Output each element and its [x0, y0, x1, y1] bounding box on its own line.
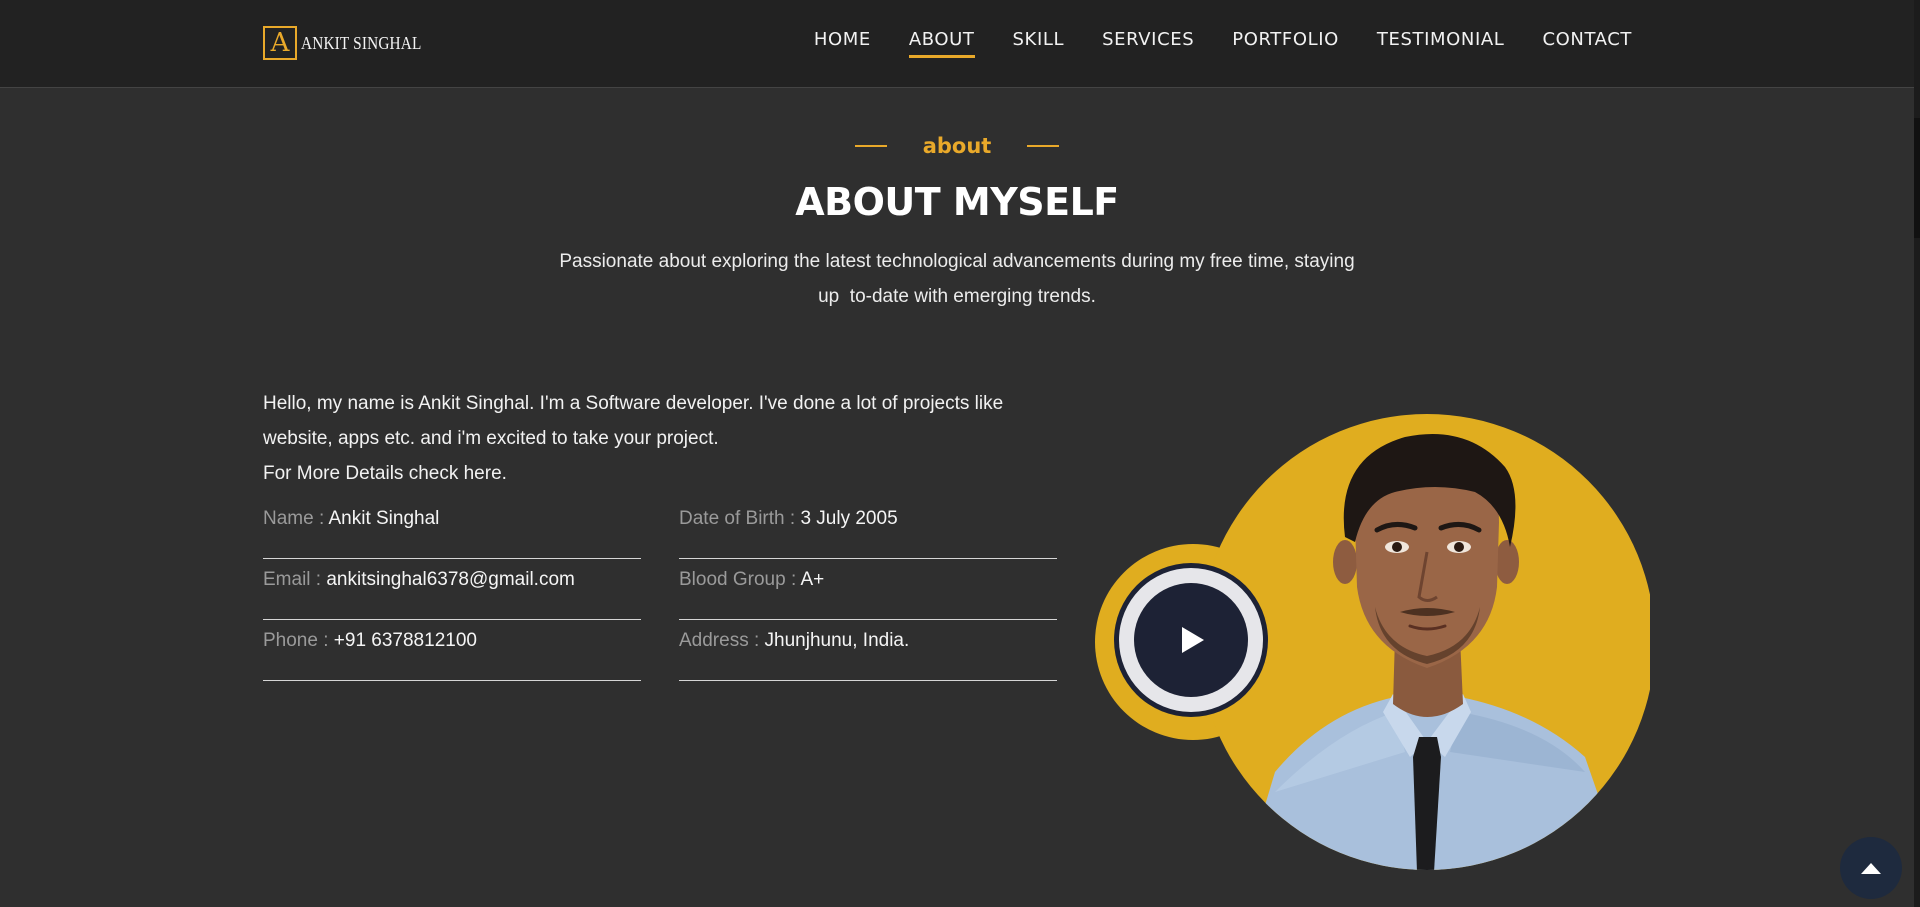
info-label: Date of Birth :	[679, 508, 801, 529]
chevron-up-icon	[1861, 863, 1881, 874]
info-blood-group: Blood Group : A+	[679, 559, 1057, 620]
navbar: A ANKIT SINGHAL HOME ABOUT SKILL SERVICE…	[0, 0, 1914, 88]
profile-photo	[1199, 412, 1655, 872]
intro-line: website, apps etc. and i'm excited to ta…	[263, 428, 719, 449]
info-label: Email :	[263, 569, 327, 590]
scrollbar-thumb[interactable]	[1914, 118, 1920, 238]
info-dob: Date of Birth : 3 July 2005	[679, 498, 1057, 559]
nav-home[interactable]: HOME	[814, 29, 871, 58]
nav-contact[interactable]: CONTACT	[1542, 29, 1632, 58]
nav-testimonial[interactable]: TESTIMONIAL	[1377, 29, 1505, 58]
info-value: Ankit Singhal	[328, 508, 440, 529]
section-title: ABOUT MYSELF	[795, 180, 1119, 224]
about-intro: Hello, my name is Ankit Singhal. I'm a S…	[263, 386, 1063, 491]
info-name: Name : Ankit Singhal	[263, 498, 641, 559]
play-video-button[interactable]	[1114, 563, 1268, 717]
info-value: 3 July 2005	[800, 508, 898, 529]
eyebrow-text: about	[922, 134, 992, 158]
nav-about[interactable]: ABOUT	[908, 29, 975, 58]
nav-skill[interactable]: SKILL	[1013, 29, 1065, 58]
play-button-ring	[1119, 568, 1263, 712]
info-phone: Phone : +91 6378812100	[263, 620, 641, 681]
nav-menu: HOME ABOUT SKILL SERVICES PORTFOLIO TEST…	[814, 29, 1632, 58]
eyebrow-line-left	[854, 145, 887, 147]
eyebrow-line-right	[1027, 145, 1060, 147]
subtitle-line: up to-date with emerging trends.	[818, 286, 1096, 307]
info-label: Blood Group :	[679, 569, 801, 590]
subtitle-line: Passionate about exploring the latest te…	[559, 251, 1355, 272]
section-eyebrow: about	[0, 134, 1914, 158]
intro-line: For More Details check here.	[263, 463, 507, 484]
nav-portfolio[interactable]: PORTFOLIO	[1232, 29, 1339, 58]
logo-mark: A	[263, 26, 297, 60]
info-value: A+	[800, 569, 825, 590]
logo-text: ANKIT SINGHAL	[301, 32, 422, 53]
info-address: Address : Jhunjhunu, India.	[679, 620, 1057, 681]
play-icon	[1182, 627, 1204, 653]
info-value: Jhunjhunu, India.	[764, 630, 910, 651]
play-button-core	[1134, 583, 1248, 697]
info-label: Phone :	[263, 630, 334, 651]
section-subtitle: Passionate about exploring the latest te…	[530, 244, 1384, 314]
info-email: Email : ankitsinghal6378@gmail.com	[263, 559, 641, 620]
page-scrollbar[interactable]	[1914, 0, 1920, 907]
info-label: Address :	[679, 630, 765, 651]
info-value: +91 6378812100	[333, 630, 477, 651]
back-to-top-button[interactable]	[1840, 837, 1902, 899]
intro-line: Hello, my name is Ankit Singhal. I'm a S…	[263, 393, 1004, 414]
info-label: Name :	[263, 508, 329, 529]
nav-services[interactable]: SERVICES	[1102, 29, 1194, 58]
profile-photo-illustration	[1199, 414, 1655, 870]
info-value: ankitsinghal6378@gmail.com	[326, 569, 575, 590]
personal-info-grid: Name : Ankit Singhal Date of Birth : 3 J…	[263, 498, 1057, 681]
logo[interactable]: A ANKIT SINGHAL	[263, 26, 443, 60]
